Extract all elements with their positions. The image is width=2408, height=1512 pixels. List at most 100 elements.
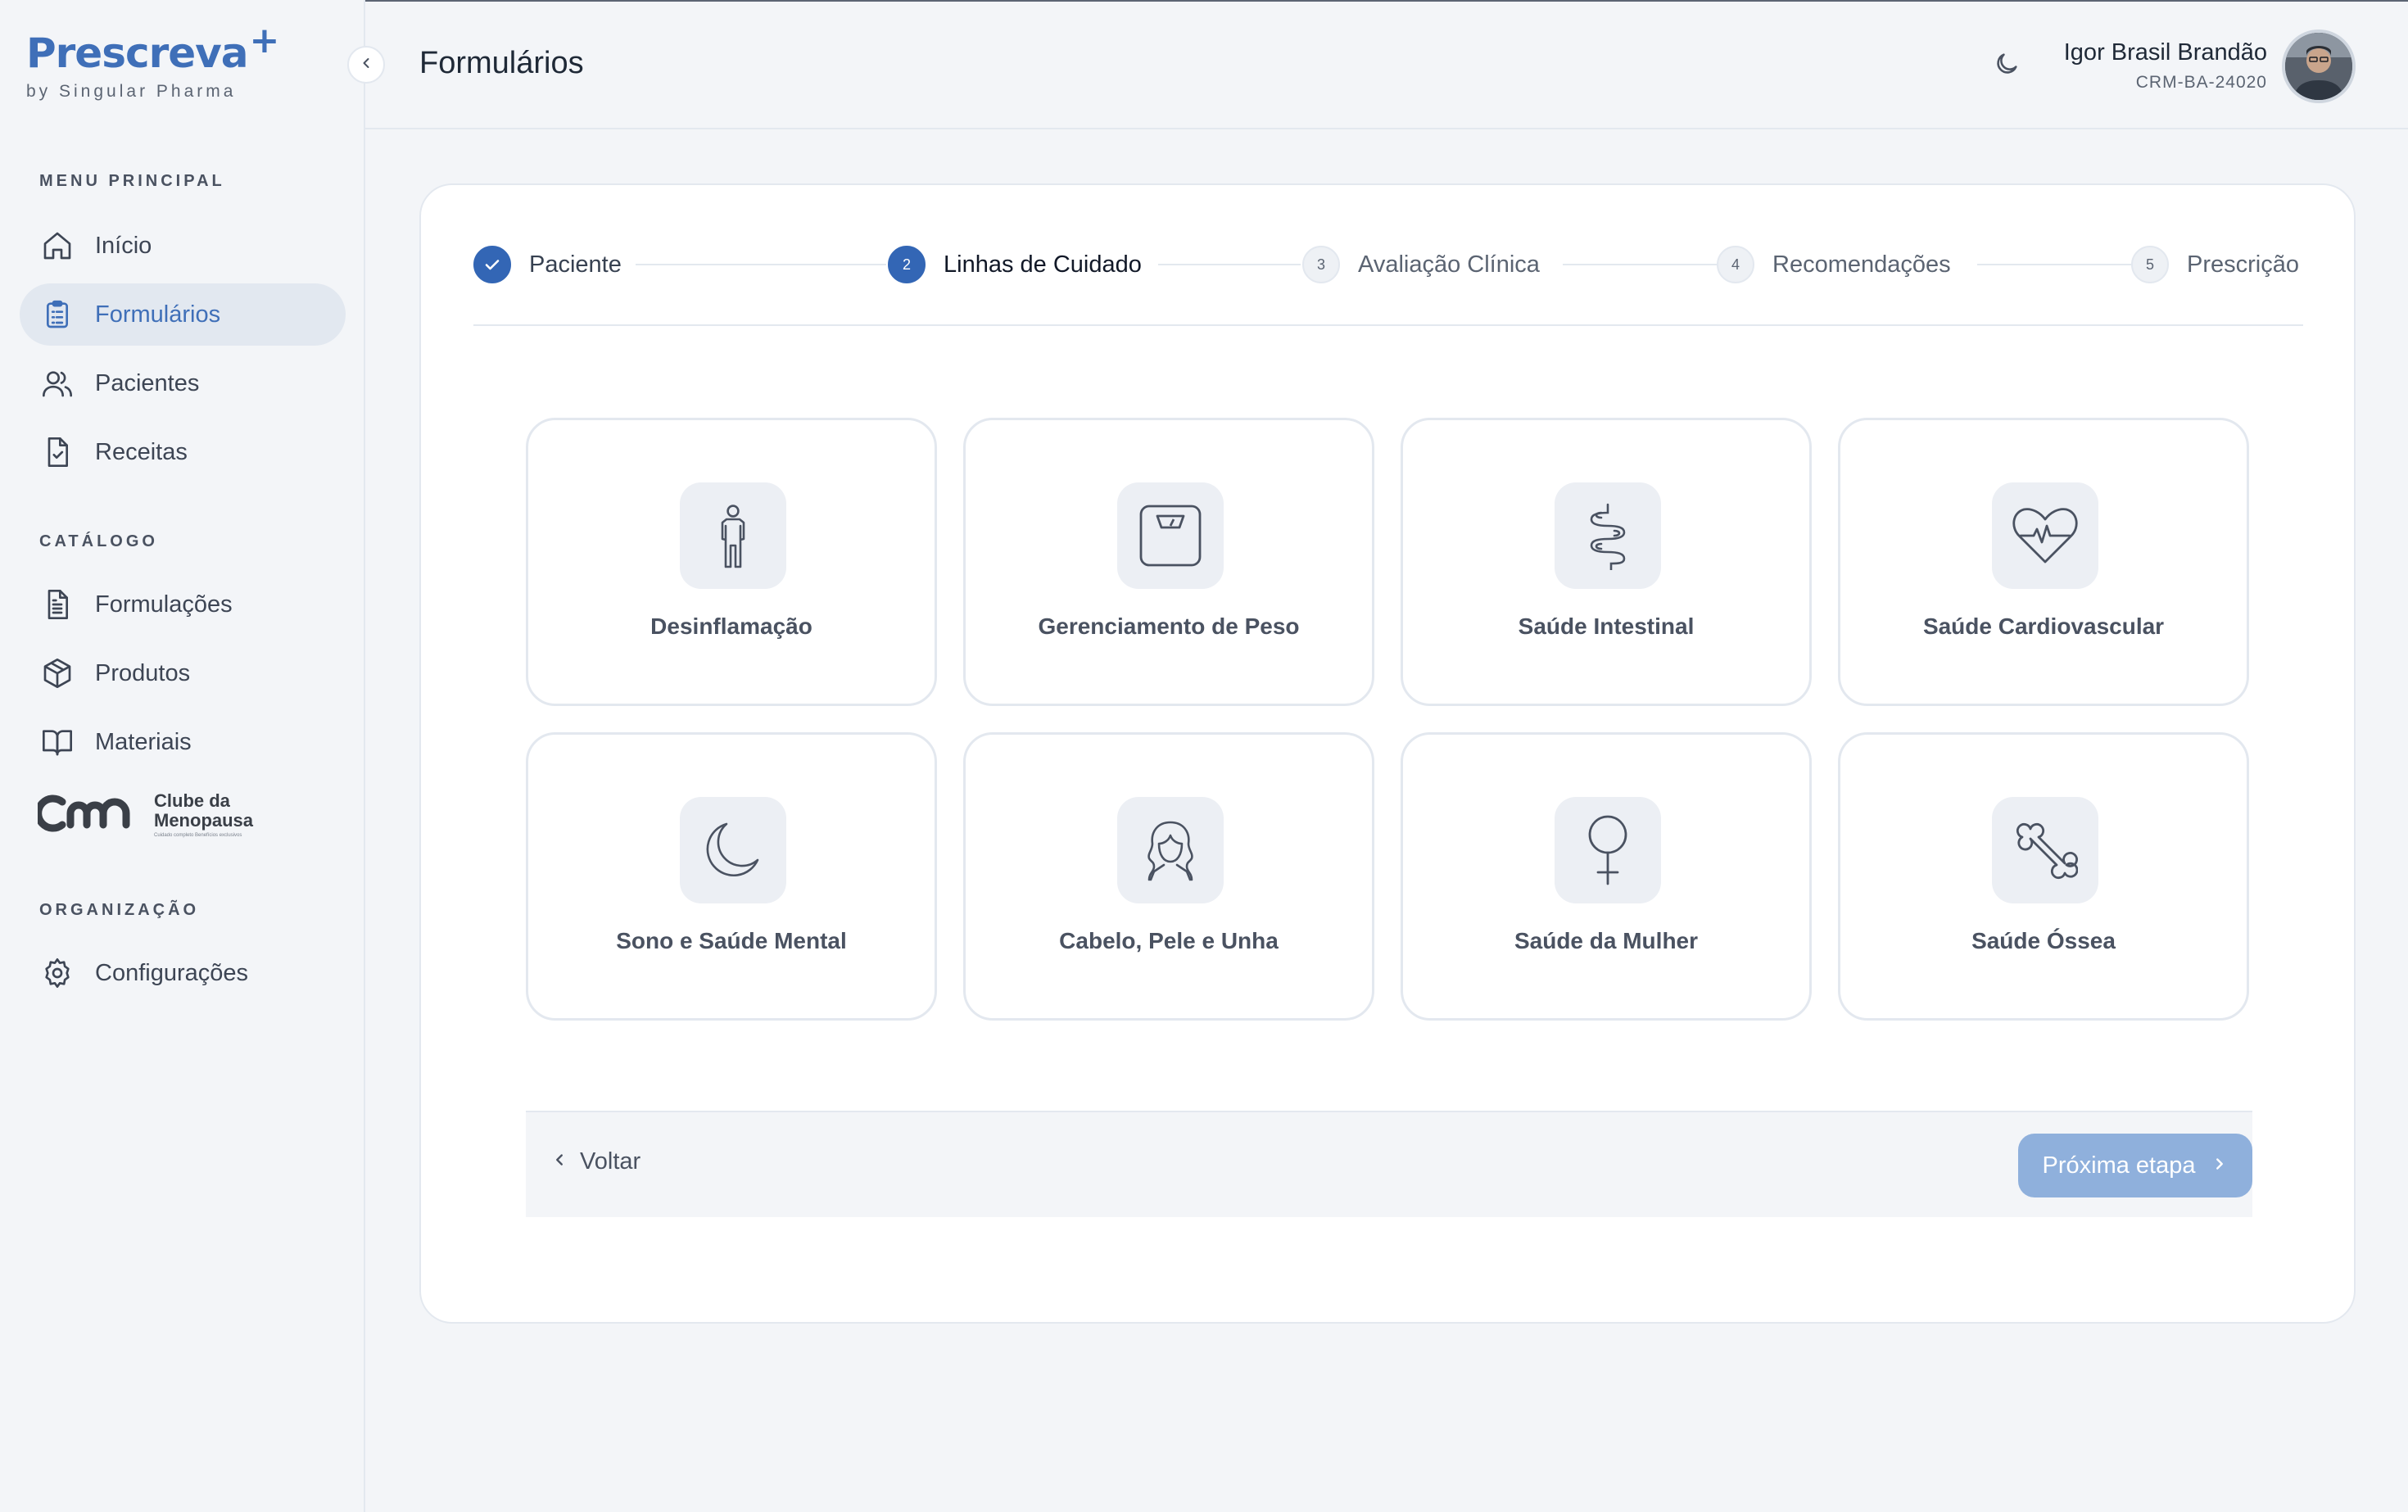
sidebar-item-label: Formulações [95,591,233,618]
step-label: Avaliação Clínica [1358,251,1540,278]
sidebar: Prescreva+ by Singular Pharma MENU PRINC… [0,0,365,1512]
catalog-section-title: CATÁLOGO [39,532,158,550]
gear-icon [39,955,75,991]
sidebar-item-label: Receitas [95,438,188,465]
sidebar-item-label: Formulários [95,301,221,328]
moon-icon [680,797,786,903]
org-section-title: ORGANIZAÇÃO [39,901,200,919]
sidebar-item-receitas[interactable]: Receitas [20,421,346,483]
scale-icon [1117,482,1224,589]
care-line-tile[interactable]: Desinflamação [526,418,937,706]
step-label: Linhas de Cuidado [944,251,1142,278]
heart-pulse-icon [1992,482,2098,589]
care-line-label: Cabelo, Pele e Unha [1059,928,1279,953]
clube-menopausa-link[interactable]: Clube da Menopausa Cuidado completo Bene… [34,786,275,844]
step-label: Prescrição [2187,251,2299,278]
brand-subtitle: by Singular Pharma [26,82,237,101]
bone-icon [1992,797,2098,903]
user-crm: CRM-BA-24020 [2135,73,2267,92]
form-footer: Voltar Próxima etapa [526,1111,2252,1217]
chevron-right-icon [2211,1152,2229,1179]
next-step-button[interactable]: Próxima etapa [2018,1134,2252,1197]
chevron-left-icon [358,55,374,75]
sidebar-item-produtos[interactable]: Produtos [20,642,346,704]
step-label: Recomendações [1772,251,1951,278]
users-icon [39,365,75,401]
care-line-label: Saúde Óssea [1971,928,2116,953]
care-line-label: Desinflamação [650,613,812,639]
venus-icon [1555,797,1661,903]
clube-menopausa-logo-icon [34,792,144,839]
step-label: Paciente [529,251,622,278]
avatar-photo [2285,33,2352,100]
collapse-sidebar-button[interactable] [347,46,385,84]
step-connector [1977,264,2138,265]
care-line-tile[interactable]: Saúde Intestinal [1401,418,1812,706]
sidebar-item-label: Produtos [95,659,191,686]
sidebar-item-inicio[interactable]: Início [20,215,346,277]
moon-icon [1993,50,2021,82]
avatar[interactable] [2282,29,2356,103]
brand-name: Prescreva [26,29,249,77]
step-number: 2 [888,246,926,283]
sidebar-item-formularios[interactable]: Formulários [20,283,346,346]
care-line-tile[interactable]: Saúde Óssea [1838,732,2249,1021]
back-button[interactable]: Voltar [550,1148,640,1175]
step-connector [1158,264,1301,265]
step-connector [636,264,886,265]
book-open-icon [39,724,75,760]
menu-section-title: MENU PRINCIPAL [39,172,225,190]
file-text-icon [39,586,75,622]
brand-plus: + [249,20,280,61]
package-icon [39,655,75,691]
step-recomendacoes[interactable]: 4 Recomendações [1717,244,1951,285]
care-line-tile[interactable]: Cabelo, Pele e Unha [963,732,1374,1021]
user-info[interactable]: Igor Brasil Brandão CRM-BA-24020 [2064,39,2267,93]
page-title: Formulários [419,46,584,80]
sidebar-item-pacientes[interactable]: Pacientes [20,352,346,414]
step-linhas-de-cuidado[interactable]: 2 Linhas de Cuidado [888,244,1142,285]
stepper-divider [473,324,2303,326]
file-check-icon [39,434,75,470]
stepper: Paciente 2 Linhas de Cuidado 3 Avaliação… [473,244,2303,285]
care-line-tile[interactable]: Saúde Cardiovascular [1838,418,2249,706]
theme-toggle-button[interactable] [1990,49,2023,82]
care-line-label: Saúde Intestinal [1518,613,1695,639]
user-name: Igor Brasil Brandão [2063,39,2267,66]
care-line-label: Gerenciamento de Peso [1038,613,1300,639]
clube-line1: Clube da [154,790,230,811]
sidebar-item-configuracoes[interactable]: Configurações [20,942,346,1004]
woman-hair-icon [1117,797,1224,903]
step-avaliacao-clinica[interactable]: 3 Avaliação Clínica [1302,244,1540,285]
sidebar-item-materiais[interactable]: Materiais [20,711,346,773]
clipboard-list-icon [39,297,75,333]
sidebar-item-label: Materiais [95,728,192,755]
home-icon [39,228,75,264]
human-body-icon [680,482,786,589]
sidebar-item-label: Configurações [95,959,248,986]
step-paciente[interactable]: Paciente [473,244,622,285]
step-number: 3 [1302,246,1340,283]
brand-logo[interactable]: Prescreva+ by Singular Pharma [26,23,279,113]
care-line-tile[interactable]: Gerenciamento de Peso [963,418,1374,706]
chevron-left-icon [550,1148,568,1175]
clube-line2: Menopausa [154,810,254,831]
step-connector [1563,264,1723,265]
back-button-label: Voltar [580,1148,641,1175]
step-number: 4 [1717,246,1754,283]
top-bar: Formulários Igor Brasil Brandão CRM-BA-2… [365,0,2408,129]
sidebar-item-formulacoes[interactable]: Formulações [20,573,346,636]
sidebar-item-label: Pacientes [95,369,200,396]
sidebar-item-label: Início [95,232,152,259]
step-number: 5 [2131,246,2169,283]
check-icon [473,246,511,283]
care-line-label: Saúde da Mulher [1514,928,1699,953]
step-prescricao[interactable]: 5 Prescrição [2131,244,2299,285]
next-step-label: Próxima etapa [2042,1152,2196,1179]
form-card: Paciente 2 Linhas de Cuidado 3 Avaliação… [419,183,2356,1324]
care-line-label: Saúde Cardiovascular [1922,613,2165,639]
care-line-tile[interactable]: Saúde da Mulher [1401,732,1812,1021]
intestine-icon [1555,482,1661,589]
clube-tagline: Cuidado completo Benefícios exclusivos [154,833,242,838]
care-line-tile[interactable]: Sono e Saúde Mental [526,732,937,1021]
